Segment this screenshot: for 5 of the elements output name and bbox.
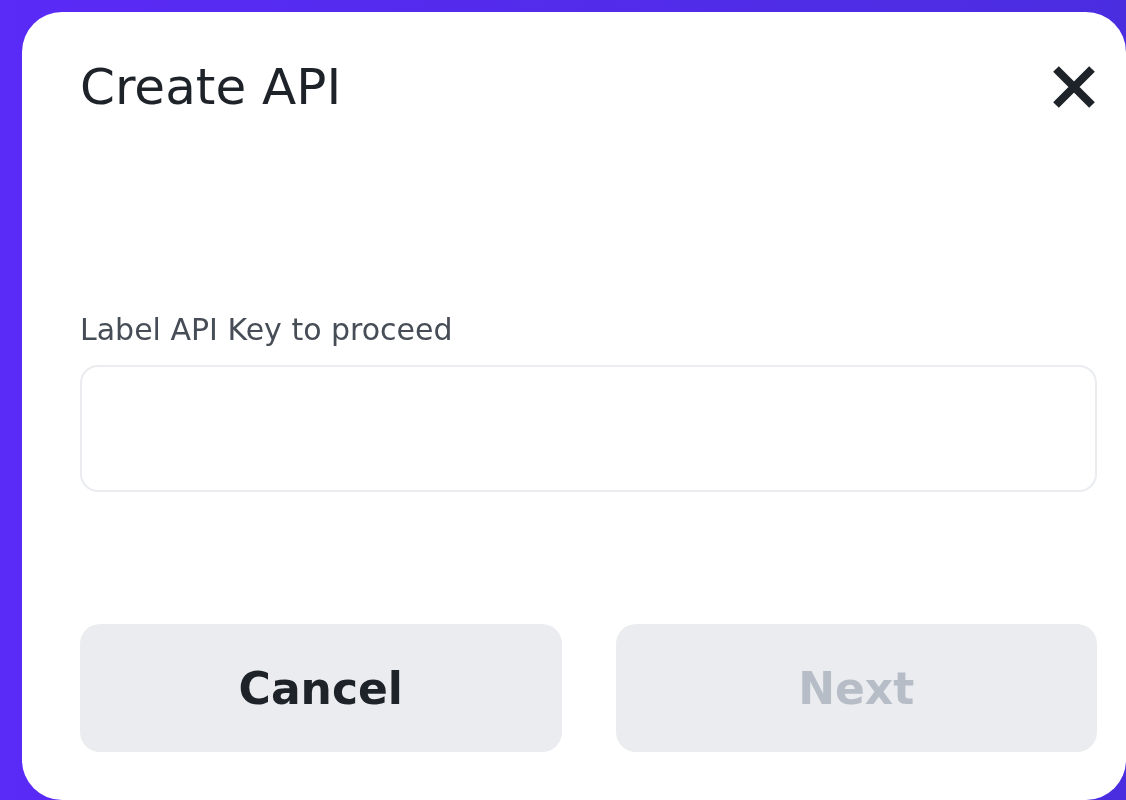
dialog-title: Create API — [80, 58, 342, 116]
close-icon — [1051, 64, 1097, 110]
close-button[interactable] — [1051, 64, 1097, 110]
cancel-button[interactable]: Cancel — [80, 624, 562, 752]
field-label: Label API Key to proceed — [80, 312, 454, 347]
